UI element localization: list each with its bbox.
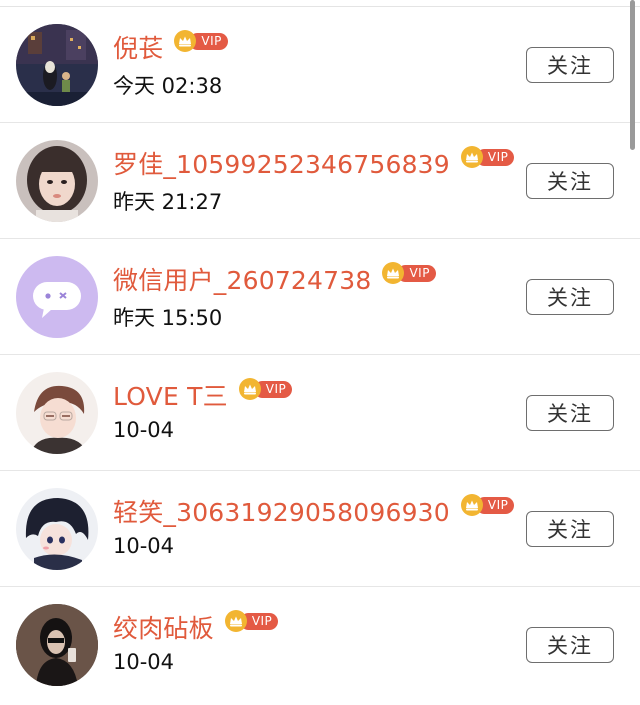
- vip-badge: VIP: [460, 493, 515, 517]
- user-avatar[interactable]: [16, 140, 98, 222]
- follow-button[interactable]: 关注: [526, 279, 614, 315]
- crown-icon: [174, 30, 197, 52]
- scrollbar[interactable]: [630, 0, 635, 150]
- timestamp: 今天 02:38: [113, 74, 223, 98]
- follow-button[interactable]: 关注: [526, 163, 614, 199]
- user-name[interactable]: 倪苌: [113, 29, 163, 65]
- timestamp: 昨天 15:50: [113, 306, 223, 330]
- list-item[interactable]: 微信用户_260724738 VIP 昨天 15:50 关注: [0, 239, 640, 355]
- list-item[interactable]: 绞肉砧板 VIP 10-04 关注: [0, 587, 640, 703]
- user-name-line: 微信用户_260724738 VIP: [113, 259, 436, 299]
- user-avatar[interactable]: [16, 256, 98, 338]
- crown-icon: [238, 378, 261, 400]
- vip-badge: VIP: [224, 609, 279, 633]
- timestamp: 昨天 21:27: [113, 190, 223, 214]
- user-name[interactable]: 轻笑_30631929058096930: [113, 493, 450, 529]
- vip-badge: VIP: [173, 29, 228, 53]
- user-avatar[interactable]: [16, 24, 98, 106]
- timestamp: 10-04: [113, 418, 175, 442]
- user-avatar[interactable]: [16, 372, 98, 454]
- vip-badge: VIP: [460, 145, 515, 169]
- crown-icon: [460, 146, 483, 168]
- crown-icon: [460, 494, 483, 516]
- follow-button[interactable]: 关注: [526, 47, 614, 83]
- user-name[interactable]: 罗佳_10599252346756839: [113, 145, 450, 181]
- crown-icon: [224, 610, 247, 632]
- user-name[interactable]: 微信用户_260724738: [113, 261, 371, 297]
- user-avatar[interactable]: [16, 604, 98, 686]
- vip-badge: VIP: [381, 261, 436, 285]
- user-name[interactable]: LOVE T三: [113, 377, 228, 413]
- list-item[interactable]: 罗佳_10599252346756839 VIP 昨天 21:27 关注: [0, 123, 640, 239]
- list-item[interactable]: LOVE T三 VIP 10-04 关注: [0, 355, 640, 471]
- vip-badge: VIP: [238, 377, 293, 401]
- list-item[interactable]: 倪苌 VIP 今天 02:38 关注: [0, 7, 640, 123]
- user-name-line: 罗佳_10599252346756839 VIP: [113, 143, 515, 183]
- timestamp: 10-04: [113, 534, 175, 558]
- list-item[interactable]: 轻笑_30631929058096930 VIP 10-04 关注: [0, 471, 640, 587]
- user-name-line: LOVE T三 VIP: [113, 375, 293, 415]
- user-name-line: 倪苌 VIP: [113, 27, 228, 67]
- user-name-line: 绞肉砧板 VIP: [113, 607, 279, 647]
- timestamp: 10-04: [113, 650, 175, 674]
- follower-list: 倪苌 VIP 今天 02:38 关注 罗佳_10599252346756839 …: [0, 7, 640, 703]
- follow-button[interactable]: 关注: [526, 511, 614, 547]
- user-name-line: 轻笑_30631929058096930 VIP: [113, 491, 515, 531]
- user-avatar[interactable]: [16, 488, 98, 570]
- follow-button[interactable]: 关注: [526, 627, 614, 663]
- user-name[interactable]: 绞肉砧板: [113, 609, 214, 645]
- follow-button[interactable]: 关注: [526, 395, 614, 431]
- crown-icon: [382, 262, 405, 284]
